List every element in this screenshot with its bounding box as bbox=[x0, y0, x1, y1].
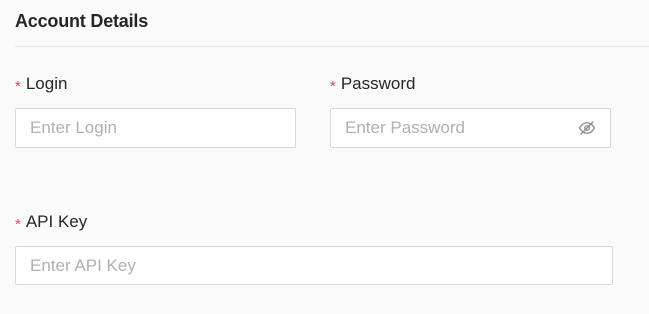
required-asterisk: * bbox=[330, 77, 336, 95]
eye-off-icon[interactable] bbox=[577, 118, 597, 138]
login-input[interactable] bbox=[15, 108, 296, 148]
section-title: Account Details bbox=[15, 11, 149, 31]
required-asterisk: * bbox=[15, 77, 21, 95]
divider bbox=[15, 46, 649, 47]
password-input[interactable] bbox=[330, 108, 611, 148]
login-label-text: Login bbox=[25, 74, 68, 93]
login-label: * Login bbox=[15, 74, 68, 95]
password-label-text: Password bbox=[340, 74, 416, 93]
api-key-input[interactable] bbox=[15, 246, 613, 285]
api-key-label: * API Key bbox=[15, 212, 88, 233]
password-label: * Password bbox=[330, 74, 416, 95]
required-asterisk: * bbox=[15, 215, 21, 233]
api-key-label-text: API Key bbox=[25, 212, 88, 231]
account-details-panel: Account Details * Login * Password * API… bbox=[0, 0, 649, 314]
